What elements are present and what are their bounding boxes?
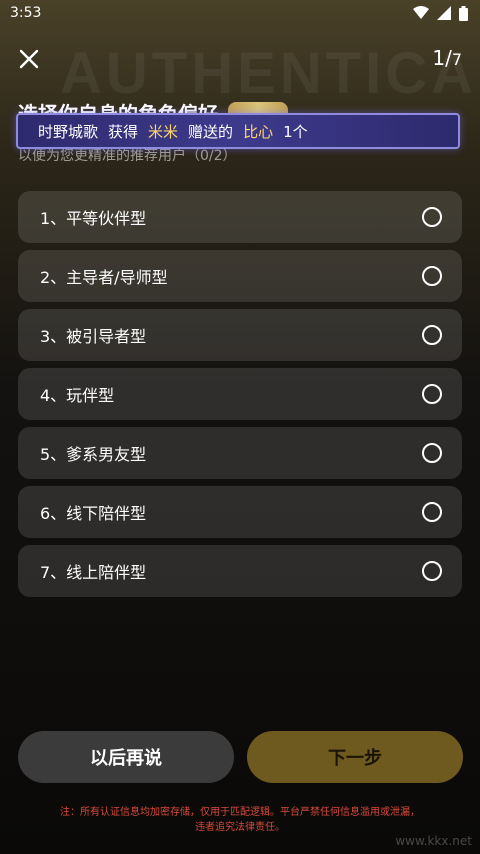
page-total: 7 xyxy=(451,50,462,69)
option-item[interactable]: 7、线上陪伴型 xyxy=(18,545,462,597)
status-icons xyxy=(413,5,468,21)
close-button[interactable] xyxy=(14,44,44,74)
page-current: 1/ xyxy=(432,46,452,70)
banner-count: 1个 xyxy=(283,122,308,141)
radio-button[interactable] xyxy=(422,502,442,522)
option-label: 2、主导者/导师型 xyxy=(40,268,168,287)
status-time: 3:53 xyxy=(10,5,42,21)
battery-icon xyxy=(459,5,468,21)
option-label: 1、平等伙伴型 xyxy=(40,209,147,228)
radio-button[interactable] xyxy=(422,443,442,463)
radio-button[interactable] xyxy=(422,207,442,227)
close-icon xyxy=(19,49,39,69)
option-item[interactable]: 3、被引导者型 xyxy=(18,309,462,361)
radio-button[interactable] xyxy=(422,384,442,404)
option-item[interactable]: 1、平等伙伴型 xyxy=(18,191,462,243)
later-button[interactable]: 以后再说 xyxy=(18,731,234,783)
option-label: 5、爹系男友型 xyxy=(40,445,147,464)
radio-button[interactable] xyxy=(422,561,442,581)
option-label: 7、线上陪伴型 xyxy=(40,563,147,582)
role-options-list: 1、平等伙伴型 2、主导者/导师型 3、被引导者型 4、玩伴型 5、爹系男友型 … xyxy=(18,191,462,604)
watermark-logo: www.kkx.net xyxy=(395,834,472,848)
option-label: 4、玩伴型 xyxy=(40,386,115,405)
banner-gift: 比心 xyxy=(243,122,274,141)
banner-action: 赠送的 xyxy=(188,122,234,141)
option-item[interactable]: 6、线下陪伴型 xyxy=(18,486,462,538)
signal-icon xyxy=(437,6,451,20)
option-item[interactable]: 5、爹系男友型 xyxy=(18,427,462,479)
next-button[interactable]: 下一步 xyxy=(247,731,463,783)
banner-receiver: 米米 xyxy=(148,122,179,141)
radio-button[interactable] xyxy=(422,325,442,345)
option-label: 3、被引导者型 xyxy=(40,327,147,346)
option-item[interactable]: 4、玩伴型 xyxy=(18,368,462,420)
option-label: 6、线下陪伴型 xyxy=(40,504,147,523)
watermark-text: AUTHENTICA xyxy=(60,41,477,106)
page-counter: 1/7 xyxy=(432,46,462,70)
status-bar: 3:53 xyxy=(0,0,480,26)
banner-sender: 时野城歌 xyxy=(38,122,99,141)
gift-banner: 时野城歌 获得 米米 赠送的 比心 1个 xyxy=(16,113,460,149)
notice-line-2: 违者追究法律责任。 xyxy=(195,822,285,833)
notice-line-1: 注：所有认证信息均加密存储，仅用于匹配逻辑。平台严禁任何信息滥用或泄漏， xyxy=(60,807,420,818)
privacy-notice: 注：所有认证信息均加密存储，仅用于匹配逻辑。平台严禁任何信息滥用或泄漏， 违者追… xyxy=(0,805,480,835)
banner-verb: 获得 xyxy=(108,122,139,141)
wifi-icon xyxy=(413,6,429,19)
option-item[interactable]: 2、主导者/导师型 xyxy=(18,250,462,302)
radio-button[interactable] xyxy=(422,266,442,286)
